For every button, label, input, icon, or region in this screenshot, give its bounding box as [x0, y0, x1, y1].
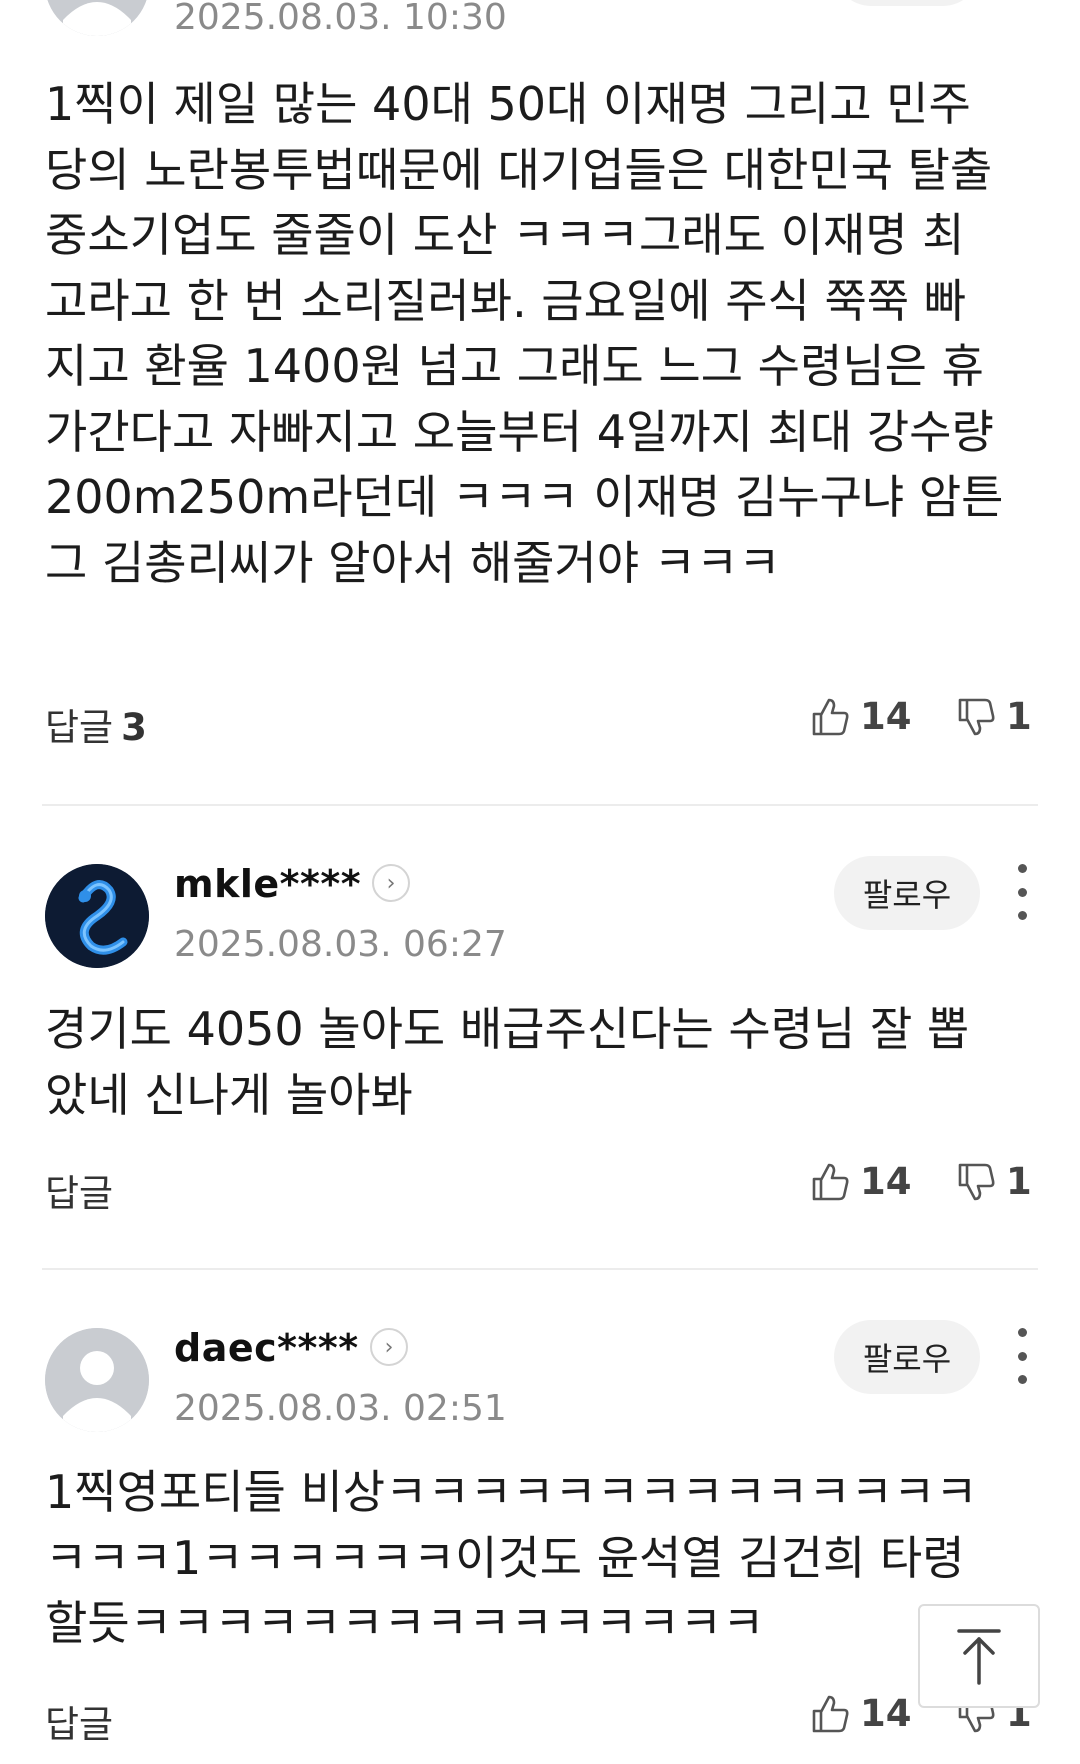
thumbs-up-icon — [812, 698, 849, 735]
default-avatar-icon — [45, 1328, 149, 1432]
comment-body: 1찍이 제일 많는 40대 50대 이재명 그리고 민주당의 노란봉투법때문에 … — [45, 77, 1019, 590]
more-vertical-icon[interactable] — [1010, 1328, 1034, 1384]
author-name[interactable]: daec**** — [174, 1326, 359, 1370]
scroll-top-button[interactable] — [918, 1604, 1040, 1708]
reply-count: 3 — [121, 706, 147, 749]
follow-button[interactable]: 팔로우 — [834, 1320, 980, 1394]
comment-body: 1찍영포티들 비상ㅋㅋㅋㅋㅋㅋㅋㅋㅋㅋㅋㅋㅋㅋㅋㅋㅋ1ㅋㅋㅋㅋㅋㅋ이것도 윤석열… — [45, 1465, 978, 1650]
snake-avatar-icon — [45, 864, 149, 968]
avatar[interactable] — [45, 864, 149, 968]
avatar[interactable] — [45, 1328, 149, 1432]
author-name[interactable]: mkle**** — [174, 862, 361, 906]
like-button[interactable]: 14 — [810, 1160, 912, 1203]
dislike-count: 1 — [1006, 695, 1032, 738]
avatar[interactable] — [45, 0, 149, 36]
dislike-count: 1 — [1006, 1160, 1032, 1203]
like-count: 14 — [860, 695, 912, 738]
thumbs-down-icon — [958, 1163, 995, 1200]
reply-label: 답글 — [45, 1172, 114, 1215]
more-vertical-icon[interactable] — [1010, 864, 1034, 920]
thumbs-up-icon — [812, 1695, 849, 1732]
chevron-right-icon[interactable]: › — [370, 1328, 408, 1366]
thumbs-down-icon — [958, 698, 995, 735]
reply-label: 답글 — [45, 1703, 114, 1746]
like-count: 14 — [860, 1692, 912, 1735]
dislike-button[interactable]: 1 — [956, 695, 1032, 738]
divider — [42, 1268, 1038, 1270]
dislike-button[interactable]: 1 — [956, 1160, 1032, 1203]
thumbs-up-icon — [812, 1163, 849, 1200]
comment-body: 경기도 4050 놀아도 배급주신다는 수령님 잘 뽑았네 신나게 놀아봐 — [45, 1002, 970, 1122]
like-count: 14 — [860, 1160, 912, 1203]
reply-button[interactable]: 답글 — [45, 1694, 113, 1748]
like-button[interactable]: 14 — [810, 1692, 912, 1735]
divider — [42, 804, 1038, 806]
comment-date: 2025.08.03. 02:51 — [174, 1388, 507, 1429]
arrow-up-icon — [957, 1629, 1001, 1685]
chevron-right-icon[interactable]: › — [372, 864, 410, 902]
like-button[interactable]: 14 — [810, 695, 912, 738]
follow-button[interactable] — [834, 0, 980, 6]
default-avatar-icon — [47, 0, 147, 36]
reply-button[interactable]: 답글 3 — [45, 697, 147, 751]
reply-button[interactable]: 답글 — [45, 1163, 113, 1217]
follow-button[interactable]: 팔로우 — [834, 856, 980, 930]
comment-date: 2025.08.03. 06:27 — [174, 924, 507, 965]
comment-date: 2025.08.03. 10:30 — [174, 0, 507, 38]
reply-label: 답글 — [45, 706, 114, 749]
